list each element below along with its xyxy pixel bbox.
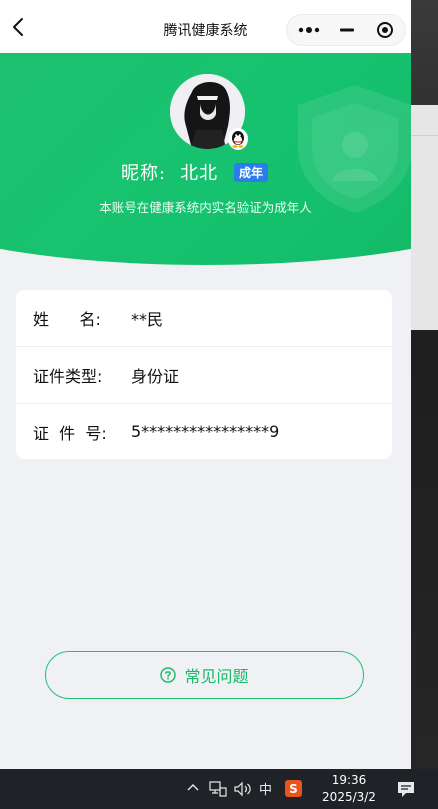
title-bar: 腾讯健康系统 xyxy=(0,0,411,53)
info-row-name: 姓 名: **民 xyxy=(16,290,392,346)
volume-icon[interactable] xyxy=(233,781,253,797)
system-clock[interactable]: 19:36 2025/3/2 xyxy=(318,772,380,806)
adult-badge: 成年 xyxy=(234,163,269,182)
windows-taskbar: 中 S 19:36 2025/3/2 xyxy=(0,769,438,809)
chevron-up-icon[interactable] xyxy=(187,783,199,791)
background-divider xyxy=(411,135,438,136)
more-dots-icon xyxy=(298,27,320,33)
minimize-icon xyxy=(340,28,354,32)
id-type-label: 证件类型: xyxy=(33,366,103,386)
nickname-value: 北北 xyxy=(180,163,219,184)
nickname-label: 昵称: xyxy=(121,163,167,184)
info-row-id-number: 证 件 号: 5****************9 xyxy=(16,403,392,459)
miniprogram-window: 腾讯健康系统 昵称: 北北 成年 本账号在健康系统内实名验证为成年人 姓 名: … xyxy=(0,0,411,769)
clock-date: 2025/3/2 xyxy=(322,790,376,804)
qq-penguin-icon xyxy=(228,128,248,150)
name-value: **民 xyxy=(131,310,164,329)
id-number-label: 证 件 号: xyxy=(33,423,107,443)
more-button[interactable] xyxy=(289,15,329,45)
background-window xyxy=(411,105,438,330)
close-miniprogram-button[interactable] xyxy=(365,15,405,45)
id-type-value: 身份证 xyxy=(131,366,180,386)
network-icon[interactable] xyxy=(209,781,227,797)
clock-time: 19:36 xyxy=(331,773,367,787)
desktop-background xyxy=(411,0,438,769)
sogou-input-icon[interactable]: S xyxy=(285,780,302,797)
faq-label: 常见问题 xyxy=(184,667,249,686)
verification-text: 本账号在健康系统内实名验证为成年人 xyxy=(99,200,312,215)
nickname: 昵称: 北北 xyxy=(121,159,218,185)
identity-card: 姓 名: **民 证件类型: 身份证 证 件 号: 5*************… xyxy=(16,290,392,459)
notification-icon[interactable] xyxy=(397,781,415,798)
faq-button[interactable]: 常见问题 xyxy=(45,651,364,699)
name-label: 姓 名: xyxy=(33,310,101,329)
info-row-id-type: 证件类型: 身份证 xyxy=(16,346,392,402)
minimize-button[interactable] xyxy=(327,15,367,45)
target-close-icon xyxy=(377,22,393,38)
ime-indicator[interactable]: 中 xyxy=(259,779,272,798)
capsule-menu xyxy=(286,14,406,46)
id-number-value: 5****************9 xyxy=(131,422,280,441)
question-circle-icon xyxy=(160,667,177,683)
shield-watermark-icon xyxy=(298,85,411,213)
